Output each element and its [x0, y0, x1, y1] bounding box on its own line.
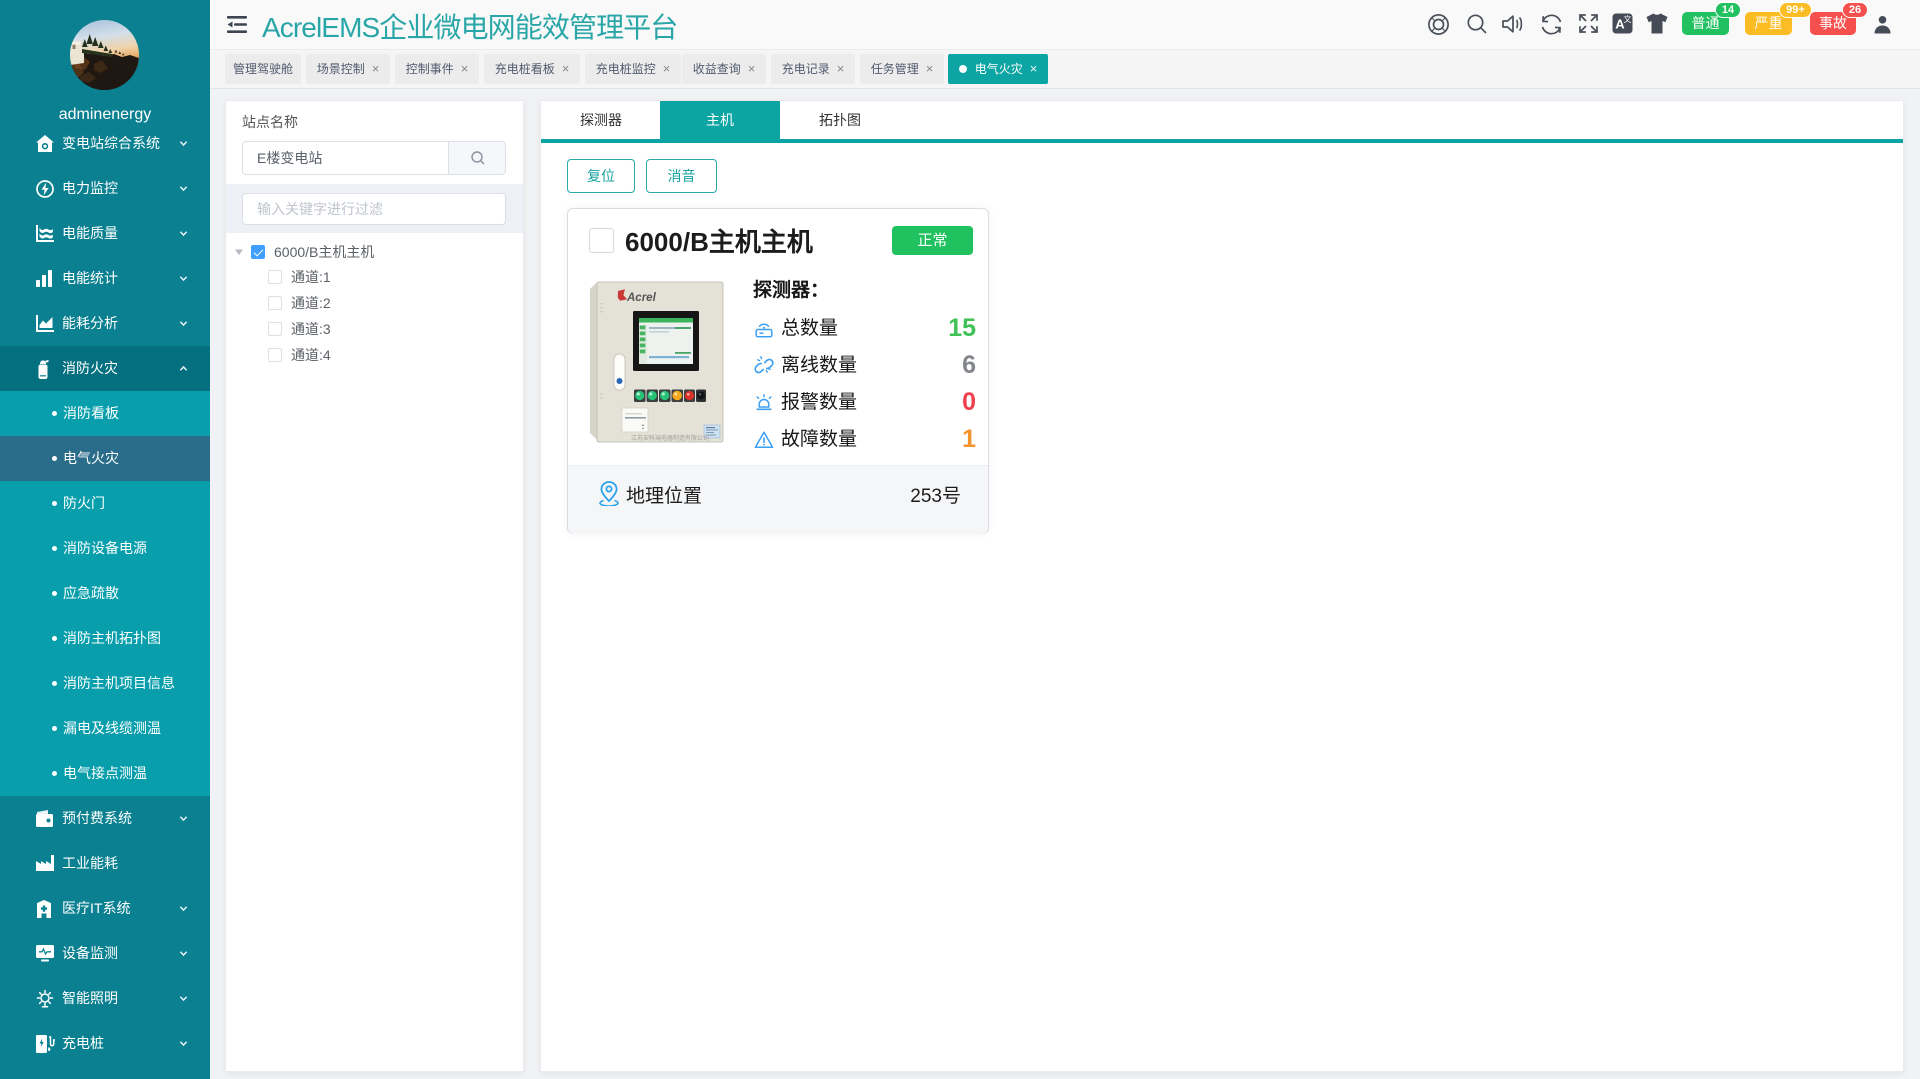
svg-text:文: 文 — [1624, 14, 1632, 24]
svg-text:江苏安科瑞电器制造有限公司: 江苏安科瑞电器制造有限公司 — [631, 434, 709, 442]
svg-text:Acrel: Acrel — [626, 292, 657, 304]
